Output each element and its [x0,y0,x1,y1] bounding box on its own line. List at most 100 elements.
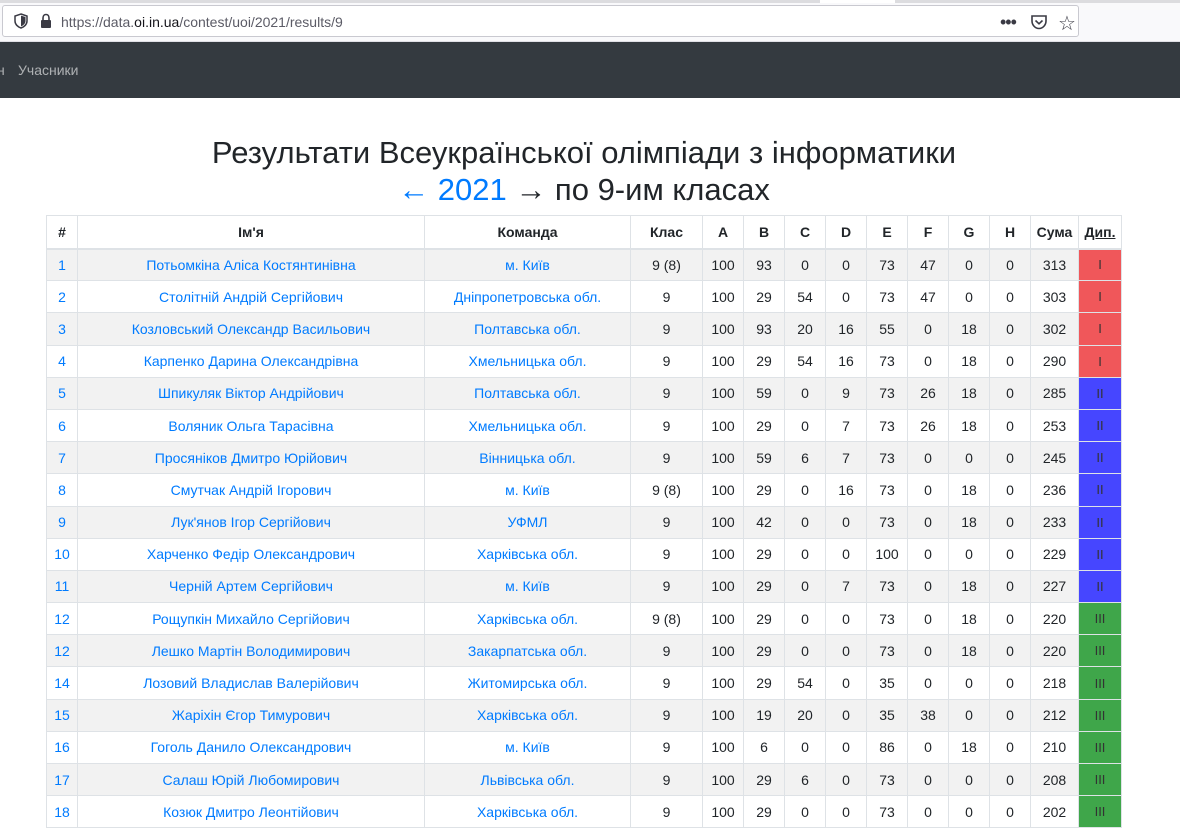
score-e-cell: 73 [866,762,908,797]
rank-cell[interactable]: 17 [46,762,78,797]
team-link[interactable]: Хмельницька обл. [424,408,631,443]
score-b-cell: 29 [743,762,785,797]
sum-cell: 229 [1030,537,1079,571]
rank-cell[interactable]: 9 [46,505,78,539]
team-link[interactable]: Полтавська обл. [424,376,631,410]
rank-cell[interactable]: 5 [46,376,78,410]
score-f-cell: 0 [907,634,949,668]
score-g-cell: 0 [948,795,990,829]
team-link[interactable]: Харківська обл. [424,602,631,636]
rank-cell[interactable]: 16 [46,730,78,765]
participant-name-link[interactable]: Лозовий Владислав Валерійович [77,666,425,700]
participant-name-link[interactable]: Воляник Ольга Тарасівна [77,408,425,443]
page-title-line1: Результати Всеукраїнської олімпіади з ін… [211,135,957,170]
class-cell: 9 [630,408,703,443]
participant-name-link[interactable]: Харченко Федір Олександрович [77,537,425,571]
participant-name-link[interactable]: Карпенко Дарина Олександрівна [77,344,425,378]
rank-cell[interactable]: 7 [46,441,78,475]
score-a-cell: 100 [702,602,744,636]
score-a-cell: 100 [702,795,744,829]
rank-cell[interactable]: 12 [46,602,78,636]
team-link[interactable]: Вінницька обл. [424,441,631,475]
team-link[interactable]: Харківська обл. [424,698,631,732]
rank-cell[interactable]: 11 [46,569,78,604]
rank-cell[interactable]: 3 [46,312,78,346]
participant-name-link[interactable]: Черній Артем Сергійович [77,569,425,604]
participant-name-link[interactable]: Потьомкіна Аліса Костянтинівна [77,247,425,282]
class-cell: 9 [630,666,703,700]
participant-name-link[interactable]: Просяніков Дмитро Юрійович [77,441,425,475]
pocket-icon[interactable] [1030,14,1048,30]
team-link[interactable]: УФМЛ [424,505,631,539]
header-diploma[interactable]: Дип. [1078,215,1122,250]
participant-name-link[interactable]: Лук'янов Ігор Сергійович [77,505,425,539]
team-link[interactable]: м. Київ [424,247,631,282]
sum-cell: 245 [1030,441,1079,475]
score-c-cell: 0 [784,247,826,282]
score-d-cell: 0 [825,795,867,829]
team-link[interactable]: Хмельницька обл. [424,344,631,378]
score-h-cell: 0 [989,795,1031,829]
rank-cell[interactable]: 14 [46,666,78,700]
participant-name-link[interactable]: Шпикуляк Віктор Андрійович [77,376,425,410]
rank-cell[interactable]: 6 [46,408,78,443]
url-prefix: https://data. [61,14,135,30]
prev-year-link[interactable]: ← 2021 [398,172,507,207]
rank-cell[interactable]: 8 [46,473,78,507]
participant-name-link[interactable]: Жаріхін Єгор Тимурович [77,698,425,732]
participant-name-link[interactable]: Столітній Андрій Сергійович [77,280,425,314]
score-e-cell: 73 [866,473,908,507]
rank-cell[interactable]: 10 [46,537,78,571]
address-bar[interactable]: https://data.oi.in.ua/contest/uoi/2021/r… [2,5,1079,37]
score-b-cell: 29 [743,408,785,443]
sum-cell: 210 [1030,730,1079,765]
nav-item-partial[interactable]: н [0,62,5,78]
participant-name-link[interactable]: Салаш Юрій Любомирович [77,762,425,797]
active-tab-edge[interactable] [820,0,895,3]
team-link[interactable]: м. Київ [424,569,631,604]
participant-name-link[interactable]: Козюк Дмитро Леонтійович [77,795,425,829]
team-link[interactable]: Полтавська обл. [424,312,631,346]
rank-cell[interactable]: 1 [46,247,78,282]
participant-name-link[interactable]: Смутчак Андрій Ігорович [77,473,425,507]
score-b-cell: 29 [743,537,785,571]
participant-name-link[interactable]: Гоголь Данило Олександрович [77,730,425,765]
team-link[interactable]: м. Київ [424,730,631,765]
rank-cell[interactable]: 4 [46,344,78,378]
score-a-cell: 100 [702,376,744,410]
team-link[interactable]: м. Київ [424,473,631,507]
url-domain: oi.in.ua [134,14,180,30]
score-a-cell: 100 [702,537,744,571]
team-link[interactable]: Дніпропетровська обл. [424,280,631,314]
team-link[interactable]: Харківська обл. [424,537,631,571]
team-link[interactable]: Львівська обл. [424,762,631,797]
lock-icon[interactable] [39,13,53,29]
score-a-cell: 100 [702,698,744,732]
score-b-cell: 29 [743,666,785,700]
sum-cell: 313 [1030,247,1079,282]
score-d-cell: 0 [825,666,867,700]
rank-cell[interactable]: 18 [46,795,78,829]
score-d-cell: 0 [825,247,867,282]
team-link[interactable]: Харківська обл. [424,795,631,829]
rank-cell[interactable]: 12 [46,634,78,668]
shield-icon[interactable] [13,13,29,29]
star-icon[interactable]: ☆ [1058,11,1076,36]
diploma-cell: III [1078,698,1122,732]
participant-name-link[interactable]: Рощупкін Михайло Сергійович [77,602,425,636]
sum-cell: 218 [1030,666,1079,700]
dots-icon[interactable]: ••• [1000,12,1017,33]
nav-item-participants[interactable]: Учасники [18,62,78,78]
rank-cell[interactable]: 15 [46,698,78,732]
score-f-cell: 0 [907,344,949,378]
score-b-cell: 29 [743,569,785,604]
participant-name-link[interactable]: Лешко Мартін Володимирович [77,634,425,668]
team-link[interactable]: Закарпатська обл. [424,634,631,668]
table-row: 2 Столітній Андрій Сергійович Дніпропетров… [46,280,1122,314]
rank-cell[interactable]: 2 [46,280,78,314]
team-link[interactable]: Житомирська обл. [424,666,631,700]
score-c-cell: 54 [784,280,826,314]
participant-name-link[interactable]: Козловський Олександр Васильович [77,312,425,346]
url-text[interactable]: https://data.oi.in.ua/contest/uoi/2021/r… [61,14,343,30]
score-g-cell: 0 [948,762,990,797]
